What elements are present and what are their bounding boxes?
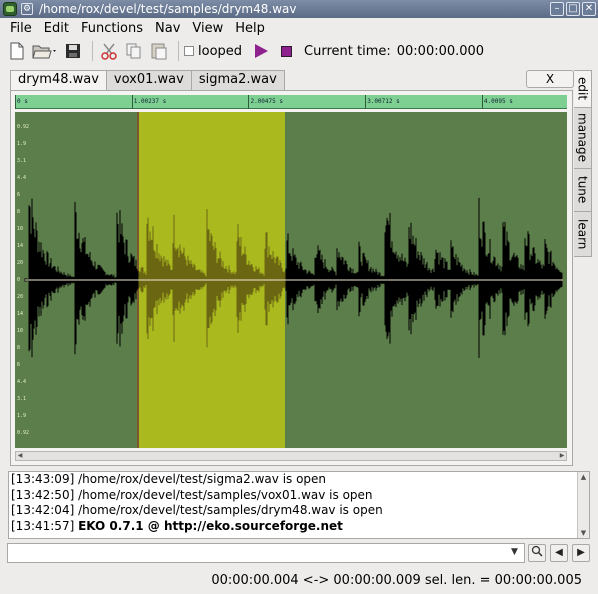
time-ruler[interactable]: 0 s 1.00237 s 2.00475 s 3.00712 s 4.0095 s: [15, 95, 567, 109]
close-tab-button[interactable]: X: [526, 70, 574, 88]
waveform-view[interactable]: 0.92 1.9 3.1 4.4 6 8 10 14 20 0 20 14 10 8 6 4.4 3.1 1.9 0…: [15, 112, 567, 448]
search-icon[interactable]: [528, 544, 546, 562]
log-version: EKO 0.7.1 @ http://eko.sourceforge.net: [78, 518, 343, 533]
menu-file[interactable]: File: [4, 21, 38, 36]
amplitude-label: 0.92: [17, 124, 30, 130]
close-window-icon[interactable]: ✕: [582, 2, 596, 16]
menu-help[interactable]: Help: [229, 21, 271, 36]
ruler-tick-label: 4.0095 s: [483, 98, 513, 105]
side-tab-edit[interactable]: edit: [574, 70, 592, 108]
play-icon[interactable]: [250, 40, 272, 62]
log-time: [13:41:57]: [11, 518, 75, 533]
chevron-down-icon[interactable]: ▼: [511, 547, 518, 557]
ruler-tick: [365, 95, 367, 109]
open-file-icon[interactable]: [31, 40, 59, 62]
scroll-up-icon[interactable]: ▲: [578, 472, 589, 482]
toolbar-separator: [92, 41, 93, 61]
amplitude-label: 1.9: [17, 141, 27, 147]
window-title: /home/rox/devel/test/samples/drym48.wav: [39, 2, 297, 16]
amplitude-label: 4.4: [17, 379, 27, 385]
log-line: [13:42:50] /home/rox/devel/test/samples/…: [11, 487, 373, 502]
log-scrollbar[interactable]: ▲ ▼: [577, 472, 589, 538]
side-tab-learn[interactable]: learn: [574, 211, 592, 257]
amplitude-label: 20: [17, 260, 24, 266]
stop-icon[interactable]: [275, 40, 297, 62]
log-line: [13:43:09] /home/rox/devel/test/sigma2.w…: [11, 472, 327, 486]
cut-icon[interactable]: [98, 40, 120, 62]
ruler-tick: [131, 95, 133, 109]
menu-functions[interactable]: Functions: [75, 21, 149, 36]
ruler-tick-label: 3.00712 s: [367, 98, 400, 105]
log-line: [13:41:57] EKO 0.7.1 @ http://eko.source…: [9, 519, 589, 535]
current-time-value: 00:00:00.000: [396, 43, 485, 59]
paste-icon[interactable]: [148, 40, 170, 62]
amplitude-label: 0: [17, 277, 21, 283]
app-icon: [3, 2, 17, 16]
toolbar: looped Current time: 00:00:00.000: [0, 38, 598, 64]
looped-checkbox[interactable]: [184, 46, 194, 56]
title-bar: ⚙ /home/rox/devel/test/samples/drym48.wa…: [0, 0, 598, 18]
menu-view[interactable]: View: [186, 21, 229, 36]
amplitude-label: 10: [17, 226, 24, 232]
ruler-tick: [481, 95, 483, 109]
side-tab-manage[interactable]: manage: [574, 107, 592, 169]
scroll-down-icon[interactable]: ▼: [578, 528, 589, 538]
ruler-tick-label: 0 s: [17, 98, 28, 105]
log-panel: [13:43:09] /home/rox/devel/test/sigma2.w…: [8, 471, 590, 539]
tab-vox01[interactable]: vox01.wav: [105, 70, 192, 90]
log-line: [13:42:04] /home/rox/devel/test/samples/…: [11, 503, 383, 517]
document-tabs: drym48.wav vox01.wav sigma2.wav: [10, 70, 285, 91]
prev-icon[interactable]: ◀: [550, 544, 568, 562]
ruler-tick: [15, 95, 16, 109]
tab-drym48[interactable]: drym48.wav: [10, 70, 107, 91]
menu-edit[interactable]: Edit: [38, 21, 75, 36]
amplitude-label: 6: [17, 362, 21, 368]
maximize-icon[interactable]: □: [566, 2, 580, 16]
save-icon[interactable]: [62, 40, 84, 62]
waveform-trace: [24, 197, 563, 358]
menu-nav[interactable]: Nav: [149, 21, 186, 36]
scroll-right-icon[interactable]: ▶: [558, 452, 566, 460]
waveform-scrollbar[interactable]: ◀ ▶: [15, 451, 567, 461]
side-tabs: edit manage tune learn: [574, 70, 592, 257]
amplitude-label: 8: [17, 209, 21, 215]
command-input[interactable]: [7, 543, 525, 563]
current-time-label: Current time:: [304, 43, 391, 59]
amplitude-label: 8: [17, 345, 21, 351]
amplitude-label: 0.92: [17, 430, 30, 436]
amplitude-label: 4.4: [17, 175, 27, 181]
toolbar-separator: [178, 41, 179, 61]
amplitude-label: 3.1: [17, 396, 27, 402]
next-icon[interactable]: ▶: [572, 544, 590, 562]
minimize-icon[interactable]: –: [550, 2, 564, 16]
menu-bar: File Edit Functions Nav View Help: [0, 18, 598, 38]
ruler-tick: [248, 95, 250, 109]
tab-sigma2[interactable]: sigma2.wav: [190, 70, 285, 90]
status-bar: 00:00:00.004 <-> 00:00:00.009 sel. len. …: [211, 573, 582, 588]
amplitude-label: 14: [17, 311, 24, 317]
new-file-icon[interactable]: [6, 40, 28, 62]
amplitude-label: 6: [17, 192, 21, 198]
amplitude-label: 3.1: [17, 158, 27, 164]
amplitude-label: 20: [17, 294, 24, 300]
copy-icon[interactable]: [123, 40, 145, 62]
looped-label: looped: [198, 43, 243, 59]
ruler-tick-label: 2.00475 s: [250, 98, 283, 105]
amplitude-label: 10: [17, 328, 24, 334]
ruler-tick-label: 1.00237 s: [133, 98, 167, 105]
amplitude-label: 1.9: [17, 413, 27, 419]
amplitude-label: 14: [17, 243, 24, 249]
window-menu-icon[interactable]: ⚙: [21, 3, 33, 15]
scroll-left-icon[interactable]: ◀: [16, 452, 24, 460]
side-tab-tune[interactable]: tune: [574, 168, 592, 212]
